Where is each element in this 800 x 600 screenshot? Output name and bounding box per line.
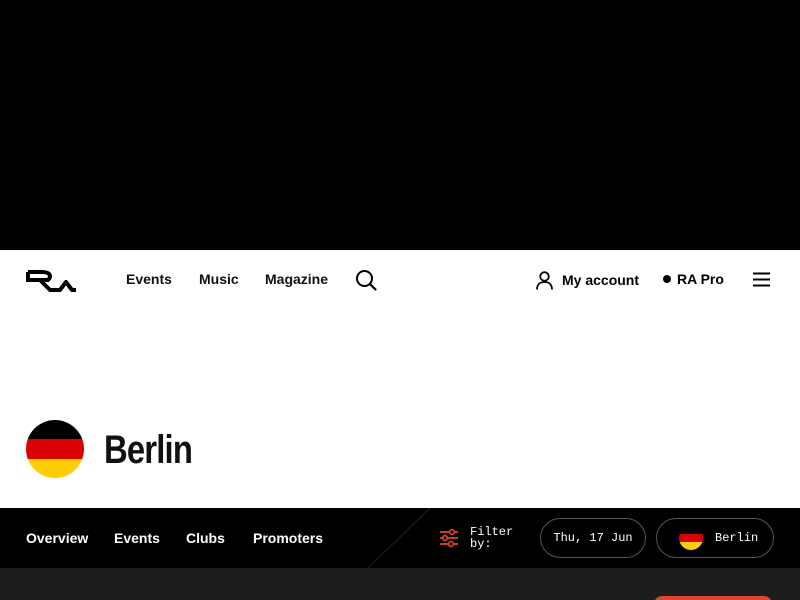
filter-by-label: Filter by:: [470, 525, 514, 551]
page-title: Berlin: [104, 428, 193, 472]
my-account-label: My account: [562, 272, 640, 288]
date-filter-button[interactable]: Thu, 17 Jun: [540, 518, 646, 558]
ra-pro-label: RA Pro: [677, 271, 724, 287]
filter-sliders-icon[interactable]: [439, 528, 459, 548]
nav-music[interactable]: Music: [199, 271, 239, 287]
subnav-overview[interactable]: Overview: [26, 530, 88, 546]
ra-logo[interactable]: [26, 268, 78, 292]
search-icon[interactable]: [355, 269, 377, 291]
ad-banner: [0, 0, 800, 250]
my-account-link[interactable]: My account: [536, 270, 639, 290]
accent-button-partial[interactable]: [654, 596, 772, 600]
subnav-diagonal-divider: [368, 508, 430, 568]
date-filter-value: Thu, 17 Jun: [553, 531, 633, 545]
subnav-clubs[interactable]: Clubs: [186, 530, 225, 546]
germany-flag-icon: [679, 526, 703, 550]
subnav-events[interactable]: Events: [114, 530, 160, 546]
germany-flag-icon: [26, 420, 84, 478]
ra-pro-link[interactable]: RA Pro: [663, 271, 724, 287]
hamburger-menu-icon[interactable]: [753, 272, 770, 287]
user-icon: [536, 270, 553, 290]
city-filter-button[interactable]: Berlin: [656, 518, 774, 558]
city-filter-value: Berlin: [715, 531, 759, 545]
nav-magazine[interactable]: Magazine: [265, 271, 328, 287]
nav-events[interactable]: Events: [126, 271, 172, 287]
dot-icon: [663, 275, 671, 283]
subnav-promoters[interactable]: Promoters: [253, 530, 323, 546]
